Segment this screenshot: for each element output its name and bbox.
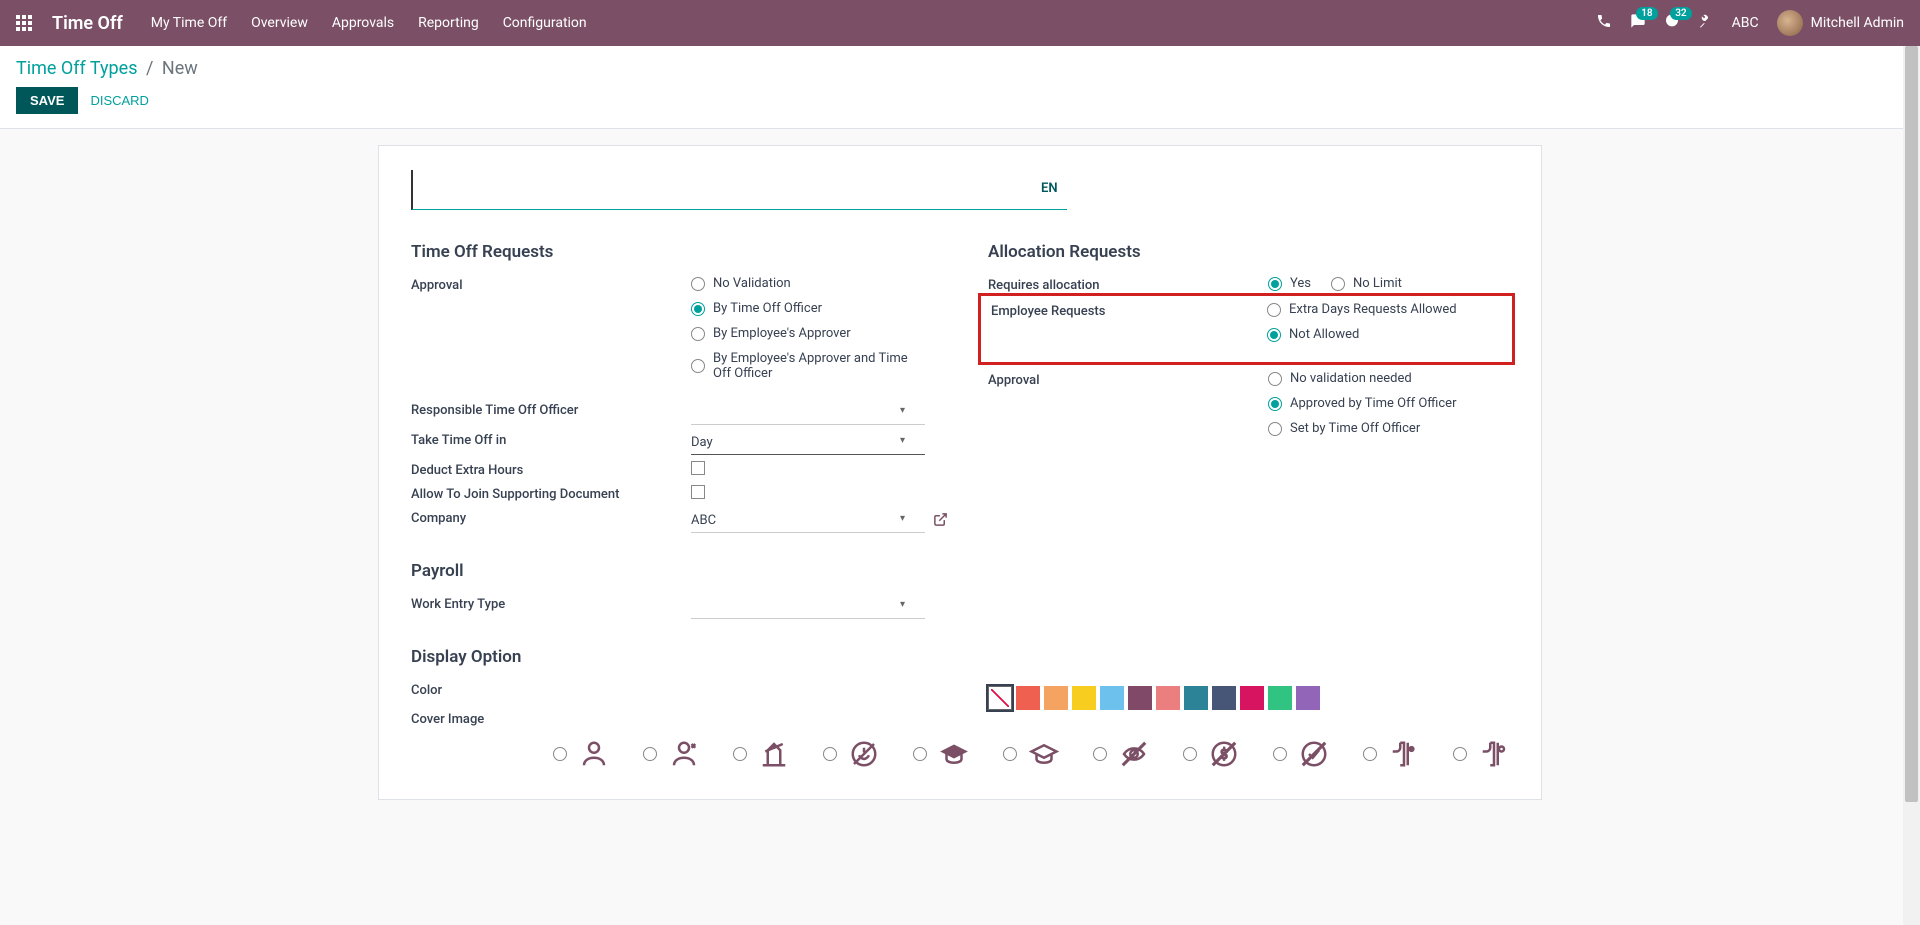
radio-by-both[interactable]: By Employee's Approver and Time Off Offi… [691,351,948,381]
label-requires-allocation: Requires allocation [988,276,1268,293]
cover-image-row: $ [553,739,1509,769]
breadcrumb-root[interactable]: Time Off Types [16,58,138,79]
nav-overview[interactable]: Overview [251,15,308,31]
radio-extra-days-allowed[interactable]: Extra Days Requests Allowed [1267,302,1506,317]
radio-not-allowed[interactable]: Not Allowed [1267,327,1506,342]
cover-option-2[interactable] [643,739,699,769]
allow-join-doc-checkbox[interactable] [691,485,705,499]
color-swatch-1[interactable] [1016,686,1040,710]
user-menu[interactable]: Mitchell Admin [1777,10,1904,36]
save-button[interactable]: SAVE [16,87,78,114]
label-company: Company [411,509,691,526]
label-allow-join-doc: Allow To Join Supporting Document [411,485,691,502]
cover-option-8[interactable]: $ [1183,739,1239,769]
color-swatches [988,686,1509,710]
nav-configuration[interactable]: Configuration [503,15,587,31]
alloc-approval-radio-group: No validation needed Approved by Time Of… [1268,371,1509,436]
color-swatch-11[interactable] [1296,686,1320,710]
app-brand: Time Off [52,13,123,34]
cover-option-10[interactable] [1363,739,1419,769]
scrollbar-thumb[interactable] [1905,46,1918,802]
radio-no-validation[interactable]: No Validation [691,276,948,291]
color-swatch-5[interactable] [1128,686,1152,710]
radio-no-validation-needed[interactable]: No validation needed [1268,371,1509,386]
cover-option-5[interactable] [913,739,969,769]
label-work-entry-type: Work Entry Type [411,595,691,612]
form-sheet: EN Time Off Requests Approval No Validat… [378,145,1542,800]
name-input[interactable] [411,170,1067,210]
user-name: Mitchell Admin [1811,15,1904,31]
cover-option-1[interactable] [553,739,609,769]
breadcrumb-current: New [162,58,198,79]
section-timeoff-requests: Time Off Requests [411,242,948,262]
section-payroll: Payroll [411,561,948,581]
messaging-badge: 18 [1636,7,1657,20]
activity-badge: 32 [1670,7,1691,20]
tools-icon[interactable] [1698,13,1714,33]
nav-approvals[interactable]: Approvals [332,15,394,31]
color-swatch-none[interactable] [988,686,1012,710]
color-swatch-7[interactable] [1184,686,1208,710]
approval-radio-group: No Validation By Time Off Officer By Emp… [691,276,948,381]
company-select[interactable]: ABC▾ [691,509,925,533]
color-swatch-10[interactable] [1268,686,1292,710]
apps-icon[interactable] [16,15,32,31]
section-display-option: Display Option [411,647,948,667]
work-entry-type-select[interactable]: ▾ [691,595,925,619]
language-badge[interactable]: EN [1041,181,1058,196]
avatar [1777,10,1803,36]
responsible-officer-select[interactable]: ▾ [691,401,925,425]
radio-yes[interactable]: Yes [1268,276,1311,291]
label-alloc-approval: Approval [988,371,1268,388]
label-deduct-extra-hours: Deduct Extra Hours [411,461,691,478]
label-take-time-off-in: Take Time Off in [411,431,691,448]
cover-option-9[interactable] [1273,739,1329,769]
external-link-icon[interactable] [933,512,948,531]
cover-option-11[interactable] [1453,739,1509,769]
breadcrumb: Time Off Types / New [16,58,1904,79]
radio-approved-by-officer[interactable]: Approved by Time Off Officer [1268,396,1509,411]
highlight-box: Employee Requests Extra Days Requests Al… [978,293,1515,365]
cover-option-7[interactable] [1093,739,1149,769]
label-responsible-officer: Responsible Time Off Officer [411,401,691,418]
label-approval: Approval [411,276,691,293]
cover-option-6[interactable] [1003,739,1059,769]
discard-button[interactable]: DISCARD [90,93,149,108]
color-swatch-9[interactable] [1240,686,1264,710]
radio-set-by-officer[interactable]: Set by Time Off Officer [1268,421,1509,436]
color-swatch-2[interactable] [1044,686,1068,710]
take-time-off-in-select[interactable]: Day▾ [691,431,925,455]
company-name[interactable]: ABC [1732,15,1759,31]
nav-my-time-off[interactable]: My Time Off [151,15,227,31]
cover-option-3[interactable] [733,739,789,769]
color-swatch-4[interactable] [1100,686,1124,710]
label-color: Color [411,681,691,698]
activity-icon[interactable]: 32 [1664,13,1680,33]
requires-allocation-radio-group: Yes No Limit [1268,276,1509,291]
deduct-extra-hours-checkbox[interactable] [691,461,705,475]
section-allocation-requests: Allocation Requests [988,242,1509,262]
messaging-icon[interactable]: 18 [1630,13,1646,33]
radio-by-employees-approver[interactable]: By Employee's Approver [691,326,948,341]
color-swatch-6[interactable] [1156,686,1180,710]
color-swatch-3[interactable] [1072,686,1096,710]
control-panel: Time Off Types / New SAVE DISCARD [0,46,1920,129]
radio-by-time-off-officer[interactable]: By Time Off Officer [691,301,948,316]
phone-icon[interactable] [1596,13,1612,33]
label-employee-requests: Employee Requests [987,302,1267,319]
cover-option-4[interactable] [823,739,879,769]
nav-reporting[interactable]: Reporting [418,15,479,31]
color-swatch-8[interactable] [1212,686,1236,710]
scrollbar[interactable] [1903,46,1920,925]
label-cover-image: Cover Image [411,710,691,727]
radio-no-limit[interactable]: No Limit [1331,276,1402,291]
navbar: Time Off My Time Off Overview Approvals … [0,0,1920,46]
employee-requests-radio-group: Extra Days Requests Allowed Not Allowed [1267,302,1506,342]
